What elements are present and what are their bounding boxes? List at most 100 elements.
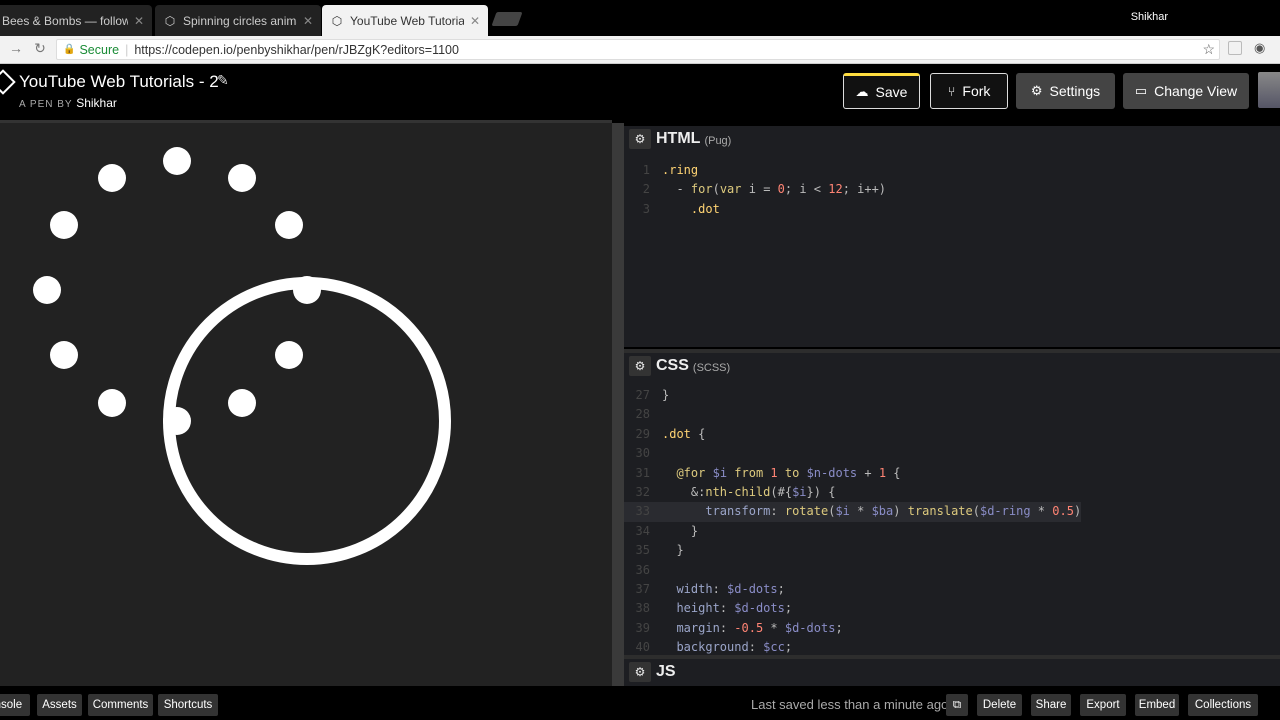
export-button[interactable]: Export (1080, 694, 1126, 716)
external-link-icon[interactable]: ⧉ (946, 694, 968, 716)
export-label: Export (1086, 699, 1120, 711)
pen-byline: A PEN BY Shikhar (19, 96, 117, 110)
tab-title: Bees & Bombs — follow (2, 13, 128, 28)
layout-icon: ▭ (1134, 83, 1148, 98)
code-line[interactable]: 38 height: $d-dots; (624, 599, 1081, 618)
code-line[interactable]: 40 background: $cc; (624, 638, 1081, 655)
line-number: 33 (635, 504, 650, 519)
embed-label: Embed (1138, 699, 1176, 711)
author-link[interactable]: Shikhar (76, 96, 117, 110)
byline-prefix: A PEN BY (19, 99, 73, 110)
line-number: 32 (635, 484, 650, 499)
pencil-icon[interactable]: ✎ (217, 72, 229, 89)
shortcuts-button[interactable]: Shortcuts (158, 694, 218, 716)
code-line[interactable]: 31 @for $i from 1 to $n-dots + 1 { (624, 464, 1081, 483)
settings-button[interactable]: ⚙ Settings (1016, 73, 1115, 109)
url-input[interactable]: 🔒 Secure | https://codepen.io/penbyshikh… (56, 39, 1220, 60)
js-editor-title: JS (656, 663, 676, 680)
assets-button[interactable]: Assets (37, 694, 82, 716)
console-button[interactable]: Console (0, 694, 30, 716)
line-number: 37 (635, 581, 650, 596)
browser-tab-spinning-circles[interactable]: ⬡ Spinning circles animatio ✕ (155, 5, 321, 36)
save-button[interactable]: ☁ Save (843, 73, 920, 109)
line-number: 30 (635, 446, 650, 461)
code-line[interactable]: 39 margin: -0.5 * $d-dots; (624, 619, 1081, 638)
code-line[interactable]: 29 .dot { (624, 425, 1081, 444)
gear-icon[interactable]: ⚙ (629, 129, 651, 149)
code-text: } (662, 388, 670, 402)
line-number: 28 (635, 407, 650, 422)
camera-icon[interactable]: ◉ (1254, 40, 1265, 56)
code-text: .dot { (662, 426, 706, 441)
share-button[interactable]: Share (1031, 694, 1071, 716)
html-code-area[interactable]: 1 .ring 2 - for(var i = 0; i < 12; i++) 3 .… (624, 161, 886, 219)
html-editor-title: HTML (656, 130, 701, 147)
cloud-icon: ☁ (855, 84, 869, 99)
code-line[interactable]: 28 (624, 405, 1081, 424)
collections-button[interactable]: Collections (1188, 694, 1258, 716)
gear-icon[interactable]: ⚙ (629, 356, 651, 376)
css-preprocessor-label: (SCSS) (692, 362, 731, 374)
line-number: 39 (635, 620, 650, 635)
browser-tab-bar: Bees & Bombs — follow ✕ ⬡ Spinning circl… (0, 0, 1280, 36)
extension-icon[interactable] (1228, 41, 1242, 55)
line-number: 38 (635, 601, 650, 616)
css-editor: ⚙ CSS (SCSS) 27} 28 29 .dot { 30 31 @for $i f… (624, 349, 1280, 655)
collections-label: Collections (1194, 699, 1252, 711)
close-tab-icon[interactable]: ✕ (303, 14, 313, 28)
code-line[interactable]: 36 (624, 561, 1081, 580)
code-text: transform: rotate($i * $ba) translate($d… (705, 504, 1082, 519)
delete-label: Delete (982, 699, 1017, 711)
change-view-button[interactable]: ▭ Change View (1123, 73, 1249, 109)
animation-ring (163, 277, 451, 565)
change-view-label: Change View (1154, 83, 1238, 99)
gear-icon[interactable]: ⚙ (629, 662, 651, 682)
forward-icon[interactable]: → (6, 40, 26, 56)
animation-dot (98, 164, 126, 192)
browser-tab-bees-bombs[interactable]: Bees & Bombs — follow ✕ (0, 5, 152, 36)
avatar[interactable] (1258, 72, 1280, 108)
line-number: 1 (642, 163, 650, 177)
code-line[interactable]: 34 } (624, 522, 1081, 541)
line-number: 34 (635, 523, 650, 538)
browser-tab-youtube-tutorials[interactable]: ⬡ YouTube Web Tutorials - ✕ (322, 5, 488, 36)
result-preview (0, 120, 612, 686)
code-text: width: $d-dots; (676, 581, 785, 596)
embed-button[interactable]: Embed (1135, 694, 1179, 716)
reload-icon[interactable]: ↻ (30, 40, 50, 57)
html-preprocessor-label: (Pug) (704, 135, 732, 147)
code-line[interactable]: 1 .ring (624, 161, 886, 180)
fork-button[interactable]: ⑂ Fork (930, 73, 1008, 109)
animation-dot (50, 341, 78, 369)
code-text: &:nth-child(#{$i}) { (662, 484, 836, 499)
animation-dot (228, 164, 256, 192)
delete-button[interactable]: Delete (977, 694, 1022, 716)
resize-handle[interactable] (612, 123, 624, 686)
code-line[interactable]: 2 - for(var i = 0; i < 12; i++) (624, 180, 886, 199)
code-line[interactable]: 33 transform: rotate($i * $ba) translate… (624, 502, 1082, 522)
css-code-area[interactable]: 27} 28 29 .dot { 30 31 @for $i from 1 to $n-d… (624, 386, 1082, 655)
code-text: } (662, 523, 699, 538)
comments-button[interactable]: Comments (88, 694, 153, 716)
code-text: .dot (690, 201, 720, 216)
code-line[interactable]: 32 &:nth-child(#{$i}) { (624, 483, 1081, 502)
browser-profile-name[interactable]: Shikhar (1131, 11, 1168, 23)
comments-label: Comments (92, 699, 149, 711)
address-bar: → ↻ 🔒 Secure | https://codepen.io/penbys… (0, 36, 1280, 64)
close-tab-icon[interactable]: ✕ (470, 14, 480, 28)
code-line[interactable]: 3 .dot (624, 200, 886, 219)
code-line[interactable]: 30 (624, 444, 1081, 463)
new-tab-button[interactable] (491, 12, 523, 26)
pen-title[interactable]: YouTube Web Tutorials - 2 (19, 72, 219, 92)
animation-dot (50, 211, 78, 239)
code-line[interactable]: 35 } (624, 541, 1081, 560)
bookmark-star-icon[interactable]: ☆ (1202, 41, 1215, 58)
close-tab-icon[interactable]: ✕ (134, 14, 144, 28)
gear-icon: ⚙ (1030, 83, 1043, 98)
code-line[interactable]: 27} (624, 386, 1081, 405)
divider: | (125, 42, 129, 57)
code-text: } (662, 543, 684, 558)
code-line[interactable]: 37 width: $d-dots; (624, 580, 1081, 599)
css-editor-header: ⚙ CSS (SCSS) (624, 353, 1280, 379)
code-text: @for $i from 1 to $n-dots + 1 { (676, 465, 901, 480)
